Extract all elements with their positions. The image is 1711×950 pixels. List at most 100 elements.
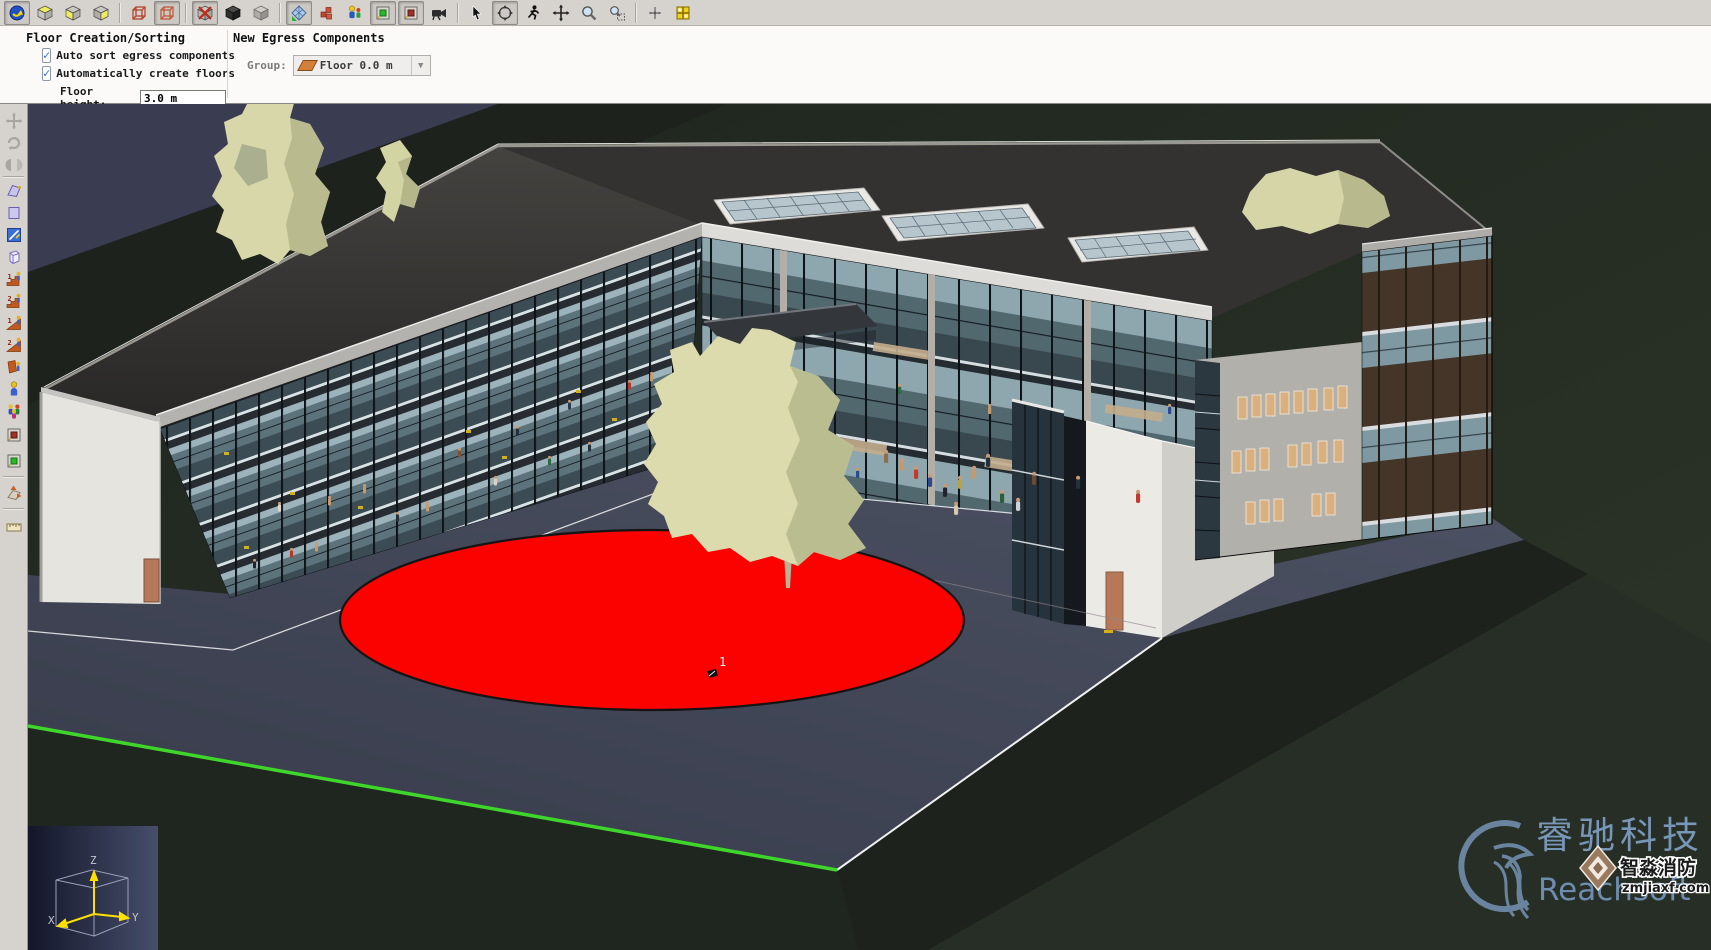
edit-geometry-icon	[5, 226, 23, 244]
measure-ruler-icon	[5, 518, 23, 536]
ramp-one-point-button[interactable]: 1	[3, 312, 25, 333]
add-occupant-group-button[interactable]	[3, 400, 25, 421]
toolbar-separator	[279, 3, 281, 23]
floor-creation-panel: Floor Creation/Sorting ✓ Auto sort egres…	[26, 26, 226, 104]
show-obstructions-button[interactable]	[314, 1, 340, 25]
walk-tool-button[interactable]	[520, 1, 546, 25]
add-door-component-icon	[5, 358, 23, 376]
svg-text:1: 1	[8, 273, 12, 281]
hide-object-icon	[196, 4, 214, 22]
orbit-view-button[interactable]	[4, 1, 30, 25]
move-floor-button[interactable]	[3, 482, 25, 503]
move-floor-icon	[5, 484, 23, 502]
stairs-one-point-icon: 1	[5, 270, 23, 288]
watermark-badge-url: zmjiaxf.com	[1622, 881, 1709, 896]
move-object-icon	[5, 112, 23, 130]
wireframe-cube-button[interactable]	[126, 1, 152, 25]
clip-section-button[interactable]	[286, 1, 312, 25]
group-label: Group:	[247, 59, 287, 72]
auto-create-floors-checkbox[interactable]: ✓	[42, 66, 51, 81]
zoom-fit-button[interactable]	[670, 1, 696, 25]
camera-tour-button[interactable]	[426, 1, 452, 25]
shaded-wireframe-cube-button[interactable]	[154, 1, 180, 25]
viewport-3d[interactable]: 1 Z X Y	[28, 104, 1711, 950]
hide-object-button[interactable]	[192, 1, 218, 25]
group-dropdown-value: Floor 0.0 m	[320, 59, 411, 72]
orbit-tool-icon	[496, 4, 514, 22]
add-exit-green-icon	[5, 452, 23, 470]
stairs-two-point-icon: 2	[5, 292, 23, 310]
draw-slab-button[interactable]	[3, 180, 25, 201]
pan-tool-button[interactable]	[548, 1, 574, 25]
show-gray-cube-icon	[252, 4, 270, 22]
svg-text:1: 1	[8, 317, 12, 325]
zoom-window-tool-icon	[608, 4, 626, 22]
walk-tool-icon	[524, 4, 542, 22]
zoom-tool-icon	[580, 4, 598, 22]
svg-text:2: 2	[8, 339, 12, 347]
draw-slab-icon	[5, 182, 23, 200]
zoom-fit-icon	[674, 4, 692, 22]
add-exit-green-button[interactable]	[3, 450, 25, 471]
show-gray-cube-button[interactable]	[248, 1, 274, 25]
egress-panel-title: New Egress Components	[233, 31, 493, 45]
snap-point-button[interactable]	[642, 1, 668, 25]
mirror-object-button[interactable]	[3, 154, 25, 175]
wireframe-cube-icon	[130, 4, 148, 22]
new-egress-components-panel: New Egress Components Group: Floor 0.0 m…	[233, 26, 493, 104]
main-toolbar	[0, 0, 1711, 26]
toolbar-separator	[457, 3, 459, 23]
ramp-one-point-icon: 1	[5, 314, 23, 332]
auto-sort-label: Auto sort egress components	[56, 49, 235, 62]
gizmo-y-label: Y	[132, 911, 139, 924]
add-occupant-button[interactable]	[3, 378, 25, 399]
view-top-button[interactable]	[32, 1, 58, 25]
watermark-company-cn: 睿驰科技	[1536, 814, 1704, 857]
show-dark-cube-button[interactable]	[220, 1, 246, 25]
add-exit-red-button[interactable]	[3, 424, 25, 445]
show-green-doors-button[interactable]	[370, 1, 396, 25]
draw-room-rect-icon	[5, 204, 23, 222]
auto-sort-checkbox[interactable]: ✓	[42, 48, 51, 63]
ramp-two-point-button[interactable]: 2	[3, 334, 25, 355]
view-top-icon	[36, 4, 54, 22]
floor-icon	[297, 60, 318, 71]
chevron-down-icon[interactable]: ▼	[411, 56, 430, 75]
show-red-exits-button[interactable]	[398, 1, 424, 25]
make-prism-button[interactable]	[3, 246, 25, 267]
draw-room-rect-button[interactable]	[3, 202, 25, 223]
marker-label: 1	[719, 655, 726, 669]
clip-section-icon	[290, 4, 308, 22]
group-dropdown[interactable]: Floor 0.0 m ▼	[293, 55, 431, 76]
make-prism-icon	[5, 248, 23, 266]
select-cursor-button[interactable]	[464, 1, 490, 25]
move-object-button[interactable]	[3, 110, 25, 131]
rotate-object-button[interactable]	[3, 132, 25, 153]
gizmo-z-label: Z	[90, 854, 97, 867]
orbit-tool-button[interactable]	[492, 1, 518, 25]
show-obstructions-icon	[318, 4, 336, 22]
egress-zone-red[interactable]	[340, 530, 964, 710]
scene-3d: 1 Z X Y	[28, 104, 1711, 950]
sidebar-separator	[3, 508, 24, 510]
auto-create-floors-label: Automatically create floors	[56, 67, 235, 80]
view-side-button[interactable]	[88, 1, 114, 25]
measure-ruler-button[interactable]	[3, 516, 25, 537]
snap-point-icon	[646, 4, 664, 22]
add-occupant-icon	[5, 380, 23, 398]
edit-geometry-button[interactable]	[3, 224, 25, 245]
zoom-window-tool-button[interactable]	[604, 1, 630, 25]
ribbon-separator	[227, 30, 228, 98]
shaded-wireframe-cube-icon	[158, 4, 176, 22]
axis-gizmo[interactable]: Z X Y	[28, 826, 158, 950]
stairs-two-point-button[interactable]: 2	[3, 290, 25, 311]
view-front-icon	[64, 4, 82, 22]
view-side-icon	[92, 4, 110, 22]
exterior-door	[1106, 572, 1123, 630]
add-door-component-button[interactable]	[3, 356, 25, 377]
sidebar-separator	[3, 176, 24, 178]
stairs-one-point-button[interactable]: 1	[3, 268, 25, 289]
zoom-tool-button[interactable]	[576, 1, 602, 25]
view-front-button[interactable]	[60, 1, 86, 25]
show-occupants-button[interactable]	[342, 1, 368, 25]
